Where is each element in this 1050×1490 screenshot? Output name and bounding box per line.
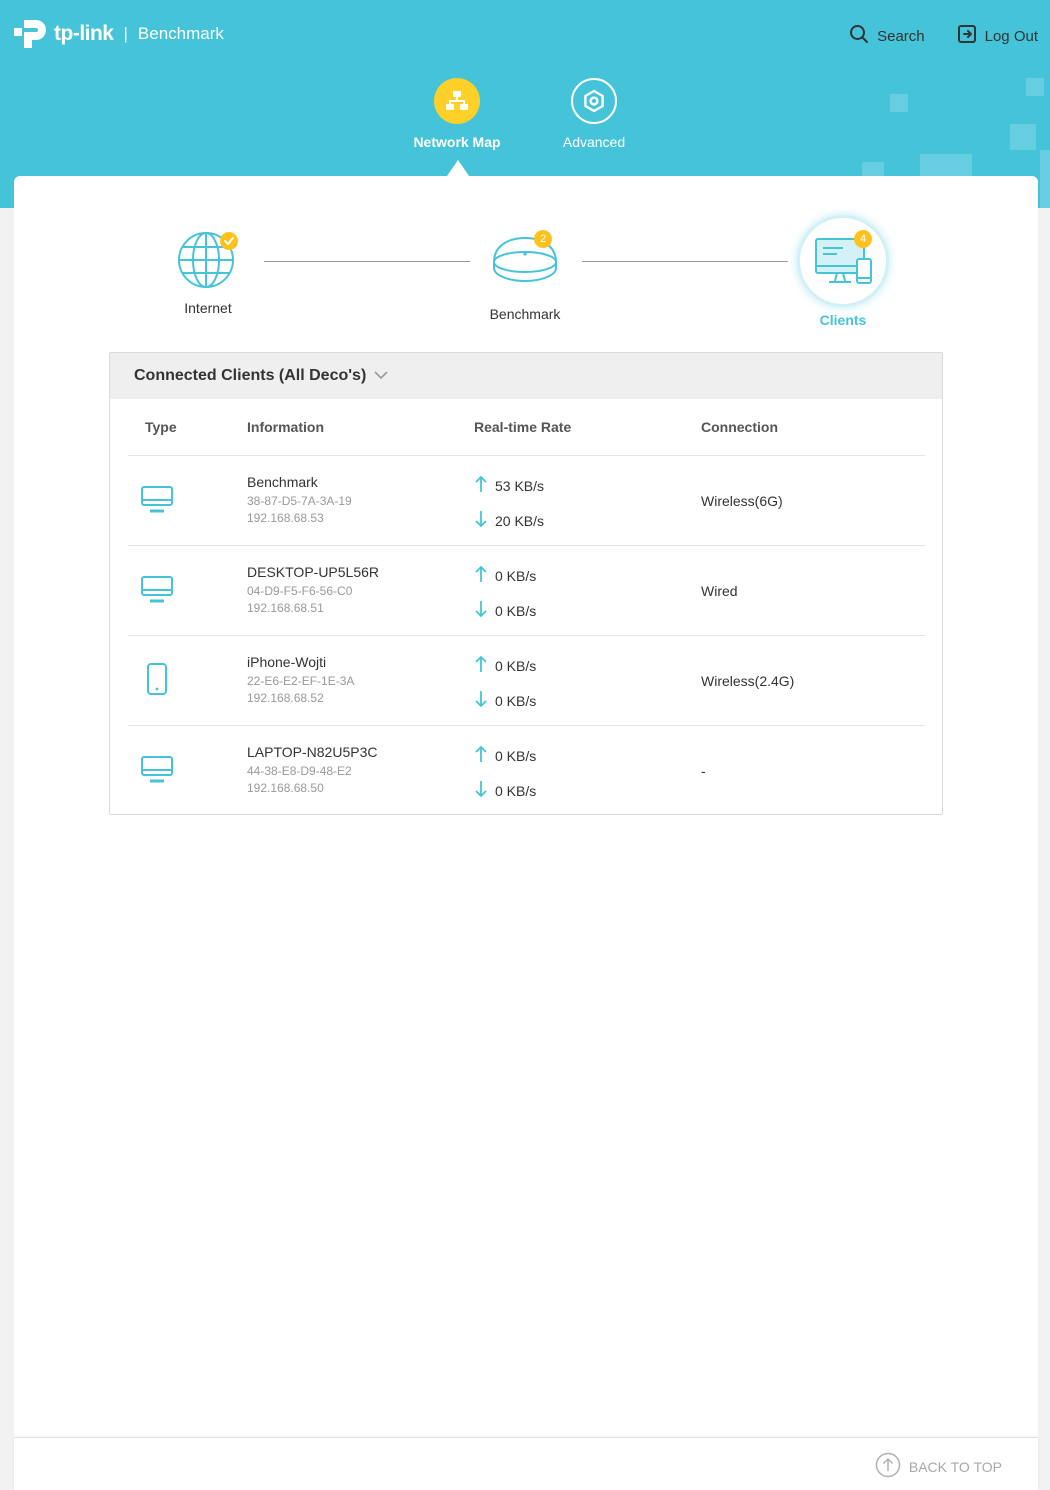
brand-name: tp-link bbox=[54, 22, 114, 45]
client-name: iPhone-Wojti bbox=[247, 654, 327, 670]
tab-label: Advanced bbox=[562, 134, 626, 150]
footer: BACK TO TOP bbox=[14, 1437, 1038, 1490]
arrow-up-icon bbox=[474, 745, 488, 766]
tp-link-logo-icon bbox=[14, 16, 50, 52]
table-row[interactable]: iPhone-Wojti 22-E6-E2-EF-1E-3A 192.168.6… bbox=[128, 636, 925, 726]
upload-rate-value: 53 KB/s bbox=[495, 477, 545, 494]
connection-type: Wireless(6G) bbox=[701, 493, 783, 509]
download-rate-value: 0 KB/s bbox=[495, 602, 537, 619]
table-row[interactable]: Benchmark 38-87-D5-7A-3A-19 192.168.68.5… bbox=[128, 456, 925, 546]
client-ip: 192.168.68.52 bbox=[247, 691, 324, 705]
deco-router-icon: 2 bbox=[490, 230, 560, 292]
device-name: Benchmark bbox=[137, 24, 224, 43]
chevron-down-icon bbox=[374, 367, 388, 385]
table-header: Type Information Real-time Rate Connecti… bbox=[128, 398, 925, 456]
desktop-icon bbox=[140, 574, 174, 611]
client-mac: 44-38-E8-D9-48-E2 bbox=[247, 764, 352, 778]
advanced-gear-icon bbox=[571, 78, 617, 124]
upload-rate: 0 KB/s bbox=[474, 745, 536, 766]
upload-rate-value: 0 KB/s bbox=[495, 747, 537, 764]
download-rate: 0 KB/s bbox=[474, 780, 536, 801]
arrow-up-icon bbox=[474, 565, 488, 586]
connection-type: Wired bbox=[701, 583, 738, 599]
arrow-down-icon bbox=[474, 690, 488, 711]
topology-link bbox=[582, 261, 788, 262]
connected-clients-panel: Connected Clients (All Deco's) Type Info… bbox=[109, 352, 943, 815]
client-info: DESKTOP-UP5L56R 04-D9-F5-F6-56-C0 192.16… bbox=[247, 564, 379, 615]
download-rate: 0 KB/s bbox=[474, 690, 536, 711]
upload-rate: 0 KB/s bbox=[474, 655, 536, 676]
client-name: LAPTOP-N82U5P3C bbox=[247, 744, 378, 760]
brand-logo[interactable]: tp-link | Benchmark bbox=[14, 16, 224, 52]
tab-label: Network Map bbox=[413, 134, 501, 150]
download-rate: 20 KB/s bbox=[474, 510, 544, 531]
desktop-icon bbox=[140, 754, 174, 791]
deco-count-badge: 2 bbox=[534, 230, 552, 248]
client-ip: 192.168.68.50 bbox=[247, 781, 324, 795]
topology-label: Benchmark bbox=[489, 306, 561, 322]
tab-network-map[interactable]: Network Map bbox=[402, 78, 512, 150]
upload-rate: 53 KB/s bbox=[474, 475, 544, 496]
network-map-icon bbox=[434, 78, 480, 124]
topology-label: Internet bbox=[184, 300, 232, 316]
brand-separator: | bbox=[123, 24, 128, 43]
connection-type: - bbox=[701, 763, 706, 779]
search-icon bbox=[849, 24, 869, 48]
check-icon bbox=[220, 232, 238, 250]
download-rate-value: 20 KB/s bbox=[495, 512, 545, 529]
client-mac: 22-E6-E2-EF-1E-3A bbox=[247, 674, 355, 688]
topology-link bbox=[264, 261, 470, 262]
arrow-up-icon bbox=[474, 655, 488, 676]
search-label: Search bbox=[877, 27, 925, 45]
column-header: Information bbox=[247, 419, 324, 435]
clients-icon: 4 bbox=[800, 218, 886, 304]
arrow-down-icon bbox=[474, 600, 488, 621]
client-info: Benchmark 38-87-D5-7A-3A-19 192.168.68.5… bbox=[247, 474, 352, 525]
column-header: Real-time Rate bbox=[474, 419, 572, 435]
clients-filter-dropdown[interactable]: Connected Clients (All Deco's) bbox=[110, 353, 942, 399]
active-tab-pointer bbox=[447, 160, 469, 176]
topology-clients[interactable]: 4 Clients bbox=[800, 218, 886, 328]
phone-icon bbox=[146, 662, 168, 701]
client-ip: 192.168.68.51 bbox=[247, 601, 324, 615]
client-ip: 192.168.68.53 bbox=[247, 511, 324, 525]
upload-rate: 0 KB/s bbox=[474, 565, 536, 586]
client-mac: 04-D9-F5-F6-56-C0 bbox=[247, 584, 353, 598]
panel-title: Connected Clients (All Deco's) bbox=[134, 367, 367, 384]
download-rate-value: 0 KB/s bbox=[495, 782, 537, 799]
clients-count-badge: 4 bbox=[854, 230, 872, 248]
download-rate-value: 0 KB/s bbox=[495, 692, 537, 709]
logout-icon bbox=[957, 24, 977, 48]
table-row[interactable]: DESKTOP-UP5L56R 04-D9-F5-F6-56-C0 192.16… bbox=[128, 546, 925, 636]
client-mac: 38-87-D5-7A-3A-19 bbox=[247, 494, 352, 508]
table-row[interactable]: LAPTOP-N82U5P3C 44-38-E8-D9-48-E2 192.16… bbox=[128, 726, 925, 816]
back-to-top-button[interactable]: BACK TO TOP bbox=[875, 1452, 1002, 1481]
upload-rate-value: 0 KB/s bbox=[495, 657, 537, 674]
topology-internet[interactable]: Internet bbox=[168, 226, 248, 316]
logout-button[interactable]: Log Out bbox=[957, 24, 1038, 48]
logout-label: Log Out bbox=[984, 27, 1038, 45]
desktop-icon bbox=[140, 484, 174, 521]
download-rate: 0 KB/s bbox=[474, 600, 536, 621]
client-name: Benchmark bbox=[247, 474, 318, 490]
back-to-top-label: BACK TO TOP bbox=[908, 1458, 1002, 1475]
main-nav: Network Map Advanced bbox=[0, 78, 1050, 178]
tab-advanced[interactable]: Advanced bbox=[539, 78, 649, 150]
column-header: Connection bbox=[701, 419, 778, 435]
column-header: Type bbox=[145, 419, 177, 435]
top-actions: Search Log Out bbox=[849, 24, 1038, 48]
search-button[interactable]: Search bbox=[849, 24, 925, 48]
upload-rate-value: 0 KB/s bbox=[495, 567, 537, 584]
client-info: LAPTOP-N82U5P3C 44-38-E8-D9-48-E2 192.16… bbox=[247, 744, 377, 795]
topology-label: Clients bbox=[819, 312, 867, 328]
globe-icon bbox=[176, 226, 240, 292]
arrow-down-icon bbox=[474, 780, 488, 801]
connection-type: Wireless(2.4G) bbox=[701, 673, 795, 689]
client-name: DESKTOP-UP5L56R bbox=[247, 564, 380, 580]
arrow-up-circle-icon bbox=[875, 1452, 901, 1481]
arrow-down-icon bbox=[474, 510, 488, 531]
arrow-up-icon bbox=[474, 475, 488, 496]
topology-deco[interactable]: 2 Benchmark bbox=[475, 230, 575, 322]
client-info: iPhone-Wojti 22-E6-E2-EF-1E-3A 192.168.6… bbox=[247, 654, 354, 705]
